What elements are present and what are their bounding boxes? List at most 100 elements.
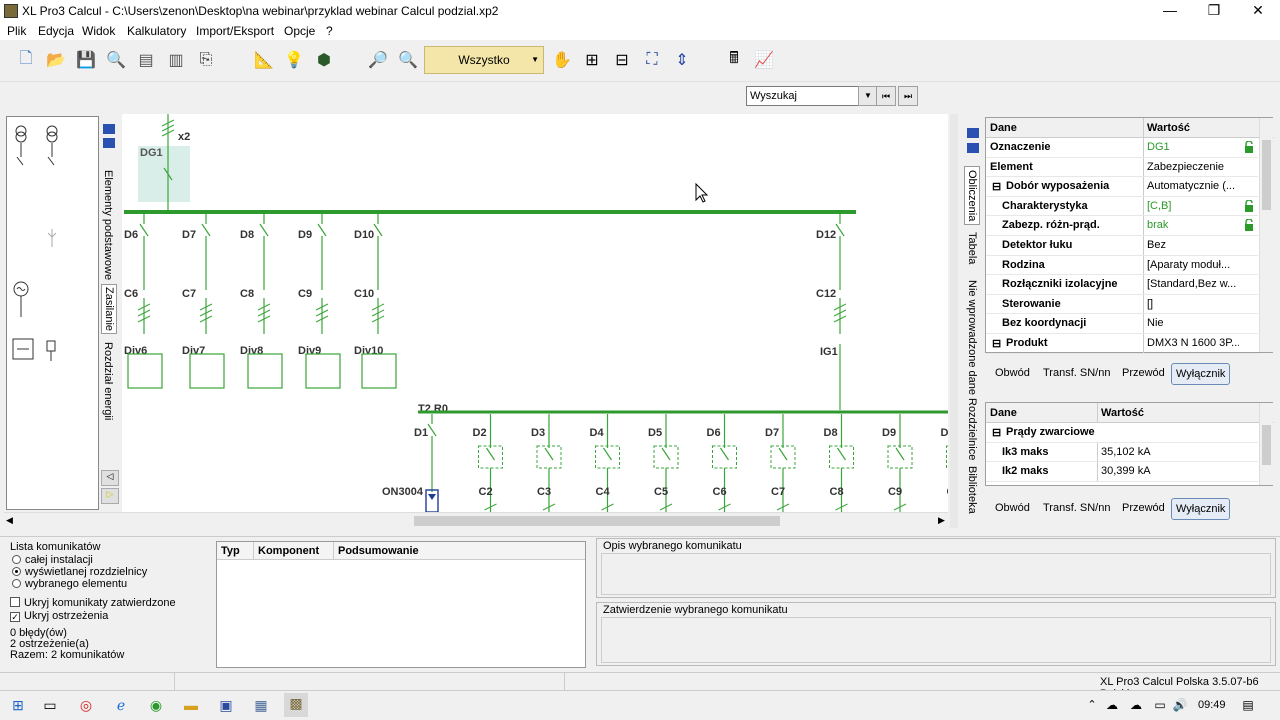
- menu-plik[interactable]: Plik: [7, 24, 26, 38]
- tray-app1-icon[interactable]: ☁: [1102, 695, 1122, 715]
- tab-tabela[interactable]: Tabela: [966, 232, 978, 264]
- scroll-left-icon[interactable]: ◀: [6, 515, 13, 526]
- diagram-canvas[interactable]: x2 DG1 D6 C6 Div6 D7 C7 Div7 D8 C8 Div8 D9 C9 Div9 D10…: [122, 114, 948, 512]
- properties-scrollbar[interactable]: [1259, 118, 1273, 352]
- property-row[interactable]: Oznaczenie DG1: [986, 138, 1258, 158]
- search-dropdown-icon[interactable]: ▼: [858, 86, 878, 106]
- xlpro-app-icon[interactable]: ▩: [284, 693, 308, 717]
- tab-wylacznik[interactable]: Wyłącznik: [1171, 363, 1231, 385]
- scroll-down-icon[interactable]: ▷: [101, 488, 119, 504]
- tab-obwod[interactable]: Obwód: [991, 498, 1034, 520]
- new-file-icon[interactable]: 🗋: [12, 46, 40, 74]
- property-row[interactable]: Rozłączniki izolacyjne [Standard,Bez w...: [986, 275, 1258, 295]
- property-value[interactable]: DMX3 N 1600 3P...: [1147, 337, 1239, 349]
- tray-chevron-icon[interactable]: ⌃: [1082, 695, 1102, 715]
- dxf-export-icon[interactable]: ⎘: [192, 46, 220, 74]
- edge-icon[interactable]: ℯ: [111, 695, 131, 715]
- check-ukryj-ostrzezenia[interactable]: ✓ Ukryj ostrzeżenia: [10, 610, 108, 622]
- property-value[interactable]: [C,B]: [1147, 200, 1239, 212]
- property-row[interactable]: Zabezp. różn-prąd. brak: [986, 216, 1258, 236]
- properties-scroll-thumb[interactable]: [1262, 140, 1271, 210]
- scroll-right-icon[interactable]: ▶: [938, 515, 945, 526]
- sc-scroll-thumb[interactable]: [1262, 425, 1271, 465]
- opera-icon[interactable]: ◎: [76, 695, 96, 715]
- tray-app2-icon[interactable]: ☁: [1126, 695, 1146, 715]
- single-line-diagram[interactable]: x2DG1D6C6Div6D7C7Div7D8C8Div8D9C9Div9D10…: [122, 114, 948, 512]
- search-input[interactable]: Wyszukaj: [746, 86, 860, 106]
- view-filter-select[interactable]: Wszystko ▼: [424, 46, 544, 74]
- fit-height-icon[interactable]: ⇕: [668, 46, 696, 74]
- property-row[interactable]: Charakterystyka [C,B]: [986, 196, 1258, 217]
- tab-przewod[interactable]: Przewód: [1118, 363, 1169, 385]
- tree-layout-icon[interactable]: ⊞: [578, 46, 606, 74]
- message-list[interactable]: Typ Komponent Podsumowanie: [216, 541, 586, 668]
- lock-icon[interactable]: [1244, 219, 1254, 232]
- expander-icon[interactable]: ⊟: [992, 180, 1001, 193]
- chrome-icon[interactable]: ◉: [146, 695, 166, 715]
- search-next-button[interactable]: ⏭: [898, 86, 918, 106]
- hand-pan-icon[interactable]: ✋: [548, 46, 576, 74]
- property-value[interactable]: Bez: [1147, 239, 1239, 251]
- property-value[interactable]: DG1: [1147, 141, 1239, 153]
- tab-rozdzielnice[interactable]: Rozdzielnice: [966, 398, 978, 460]
- windows-start-icon[interactable]: ⊞: [8, 695, 28, 715]
- radio-selected-icon[interactable]: [12, 567, 21, 576]
- dock-left-icon[interactable]: [103, 124, 115, 134]
- tab-wylacznik[interactable]: Wyłącznik: [1171, 498, 1231, 520]
- tree-layout-alt-icon[interactable]: ⊟: [608, 46, 636, 74]
- tab-transf-sn-nn[interactable]: Transf. SN/nn: [1039, 498, 1114, 520]
- zoom-in-icon[interactable]: 🔎: [364, 46, 392, 74]
- check-ukryj-zatwierdzone[interactable]: Ukryj komunikaty zatwierdzone: [10, 597, 176, 609]
- menu-edycja[interactable]: Edycja: [38, 24, 74, 38]
- property-row[interactable]: Bez koordynacji Nie: [986, 314, 1258, 334]
- property-value[interactable]: Zabezpieczenie: [1147, 161, 1239, 173]
- minimize-button[interactable]: —: [1148, 0, 1192, 22]
- tab-transf-sn-nn[interactable]: Transf. SN/nn: [1039, 363, 1114, 385]
- menu-opcje[interactable]: Opcje: [284, 24, 315, 38]
- tab-elementy-podstawowe[interactable]: Elementy podstawowe: [102, 170, 114, 280]
- horizontal-scrollbar[interactable]: ◀ ▶: [4, 512, 948, 528]
- save-app-icon[interactable]: ▣: [216, 695, 236, 715]
- property-value[interactable]: []: [1147, 298, 1239, 310]
- col-komponent[interactable]: Komponent: [258, 545, 319, 557]
- property-row[interactable]: ⊟ Produkt DMX3 N 1600 3P...: [986, 334, 1258, 354]
- import-icon[interactable]: ▥: [162, 46, 190, 74]
- property-row[interactable]: Sterowanie []: [986, 294, 1258, 315]
- zoom-out-icon[interactable]: 🔍: [394, 46, 422, 74]
- radio-icon[interactable]: [12, 579, 21, 588]
- tab-biblioteka[interactable]: Biblioteka: [966, 466, 978, 514]
- lightbulb-icon[interactable]: 💡: [280, 46, 308, 74]
- lock-icon[interactable]: [1244, 199, 1254, 212]
- open-folder-icon[interactable]: 📂: [42, 46, 70, 74]
- sc-row-ik2[interactable]: Ik2 maks 30,399 kA: [986, 462, 1258, 482]
- tab-nie-wprowadzone-dane[interactable]: Nie wprowadzone dane: [966, 280, 978, 395]
- property-value[interactable]: Nie: [1147, 317, 1239, 329]
- property-row[interactable]: Element Zabezpieczenie: [986, 157, 1258, 178]
- dock-left-icon[interactable]: [967, 128, 979, 138]
- file-explorer-icon[interactable]: ▬: [181, 695, 201, 715]
- message-confirm-field[interactable]: [601, 617, 1271, 663]
- menu-help[interactable]: ?: [326, 24, 333, 38]
- save-icon[interactable]: 💾: [72, 46, 100, 74]
- calcul-app-icon[interactable]: ▦: [251, 695, 271, 715]
- notifications-icon[interactable]: ▤: [1238, 695, 1258, 715]
- property-row[interactable]: Rodzina [Aparaty moduł...: [986, 255, 1258, 276]
- curve-chart-icon[interactable]: 📈: [750, 46, 778, 74]
- sc-group-row[interactable]: ⊟ Prądy zwarciowe: [986, 423, 1258, 443]
- menu-import-eksport[interactable]: Import/Eksport: [196, 24, 274, 38]
- search-prev-button[interactable]: ⏮: [876, 86, 896, 106]
- tab-obwod[interactable]: Obwód: [991, 363, 1034, 385]
- task-view-icon[interactable]: ▭: [40, 695, 60, 715]
- fit-page-icon[interactable]: ⛶: [638, 46, 666, 74]
- volume-icon[interactable]: 🔊: [1170, 695, 1190, 715]
- clock[interactable]: 09:49: [1198, 699, 1226, 711]
- tab-zasilanie[interactable]: Zasilanie: [101, 284, 117, 335]
- col-podsumowanie[interactable]: Podsumowanie: [338, 545, 419, 557]
- network-icon[interactable]: ▭: [1150, 695, 1170, 715]
- tab-przewod[interactable]: Przewód: [1118, 498, 1169, 520]
- radio-wybrany-element[interactable]: wybranego elementu: [12, 578, 127, 590]
- calculator-icon[interactable]: 🖩: [720, 46, 748, 74]
- tab-obliczenia[interactable]: Obliczenia: [964, 166, 980, 226]
- export-icon[interactable]: ▤: [132, 46, 160, 74]
- chart-icon[interactable]: 📐: [250, 46, 278, 74]
